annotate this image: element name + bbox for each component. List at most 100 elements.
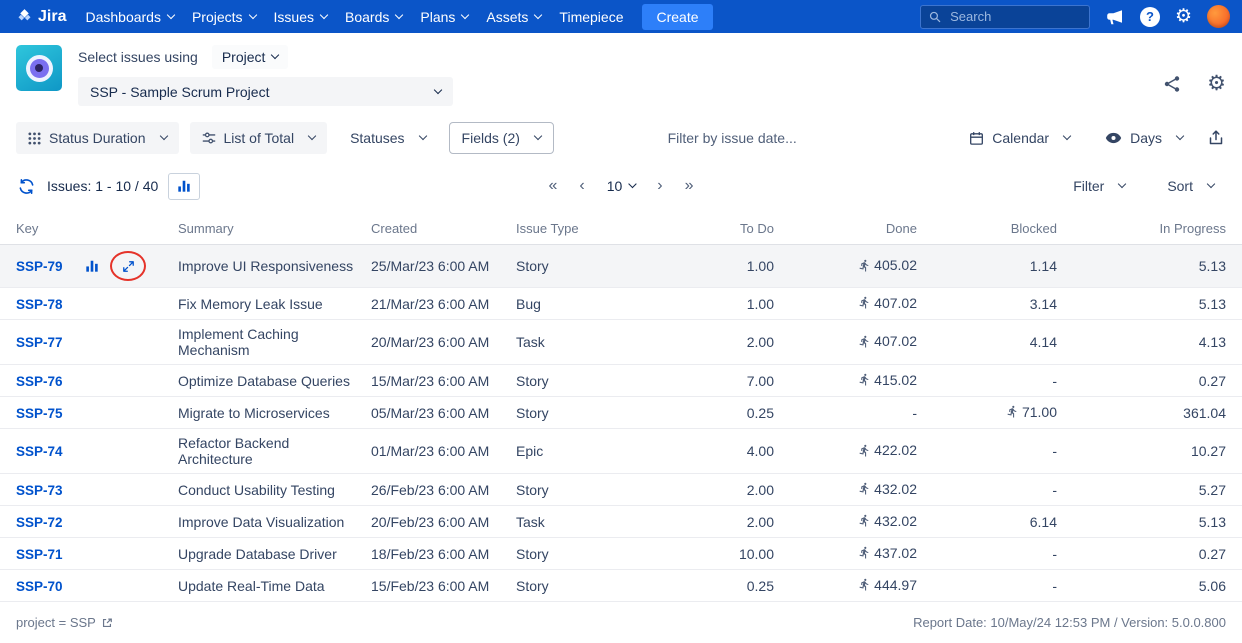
report-toolbar: Status Duration List of Total Statuses F…	[0, 116, 1242, 162]
menu-plans[interactable]: Plans	[411, 0, 477, 33]
fields-dropdown[interactable]: Fields (2)	[448, 122, 554, 154]
chevron-down-icon	[395, 10, 404, 19]
runner-icon	[859, 515, 869, 527]
search-input[interactable]	[948, 8, 1081, 25]
menu-dashboards[interactable]: Dashboards	[76, 0, 183, 33]
jira-logo[interactable]: Jira	[12, 8, 76, 26]
cell-value: 415.02	[874, 371, 917, 388]
cell-value: 0.27	[1198, 545, 1226, 562]
cell-value: 405.02	[874, 257, 917, 274]
cell-blocked: -	[925, 537, 1065, 570]
cell-issue-type: Epic	[508, 428, 620, 474]
calendar-dropdown[interactable]: Calendar	[957, 122, 1082, 154]
refresh-button[interactable]	[16, 176, 37, 197]
issue-key-link[interactable]: SSP-73	[16, 483, 63, 498]
table-row: SSP-74 Refactor Backend Architecture 01/Ma…	[0, 428, 1242, 474]
filter-label: Filter	[1073, 178, 1105, 194]
col-created[interactable]: Created	[363, 212, 508, 245]
cell-value: 437.02	[874, 544, 917, 561]
filter-dropdown[interactable]: Filter	[1061, 170, 1137, 202]
chevron-down-icon	[1062, 131, 1072, 141]
issue-source-dropdown[interactable]: Project	[211, 45, 289, 69]
chevron-down-icon	[533, 131, 543, 141]
cell-value: 4.13	[1198, 334, 1226, 350]
cell-issue-type: Story	[508, 396, 620, 429]
project-dropdown[interactable]: SSP - Sample Scrum Project	[78, 77, 453, 106]
prev-page-button[interactable]: ‹	[570, 175, 593, 197]
sort-dropdown[interactable]: Sort	[1155, 170, 1226, 202]
select-issues-label: Select issues using	[78, 49, 198, 65]
cell-blocked: -	[925, 428, 1065, 474]
col-done[interactable]: Done	[782, 212, 925, 245]
menu-boards[interactable]: Boards	[336, 0, 411, 33]
col-to-do[interactable]: To Do	[620, 212, 782, 245]
cell-row-actions	[74, 244, 170, 288]
help-icon[interactable]: ?	[1139, 6, 1160, 27]
col-key[interactable]: Key	[0, 212, 74, 245]
announcement-icon[interactable]	[1105, 7, 1125, 27]
issues-count: Issues: 1 - 10 / 40	[47, 178, 159, 194]
cell-value: 6.14	[1029, 513, 1057, 530]
row-chart-button[interactable]	[82, 257, 102, 275]
issue-key-link[interactable]: SSP-79	[16, 259, 63, 274]
issues-table: Key Summary Created Issue Type To Do Don…	[0, 212, 1242, 602]
cell-value: 5.27	[1198, 481, 1226, 498]
statuses-dropdown[interactable]: Statuses	[338, 122, 437, 154]
cell-value: 407.02	[874, 333, 917, 350]
col-in-progress[interactable]: In Progress	[1065, 212, 1242, 245]
external-link-icon[interactable]	[101, 617, 113, 629]
global-search[interactable]	[919, 4, 1090, 29]
issue-key-link[interactable]: SSP-76	[16, 374, 63, 389]
export-button[interactable]	[1206, 128, 1226, 148]
cell-value: 0.25	[746, 404, 774, 421]
issue-key-link[interactable]: SSP-72	[16, 515, 63, 530]
settings-gear-icon[interactable]: ⚙	[1175, 7, 1192, 26]
col-issue-type[interactable]: Issue Type	[508, 212, 620, 245]
menu-issues[interactable]: Issues	[265, 0, 336, 33]
cell-issue-type: Bug	[508, 287, 620, 320]
chevron-down-icon	[433, 85, 443, 94]
chevron-down-icon	[319, 10, 329, 19]
first-page-button[interactable]: «	[539, 175, 566, 197]
issue-key-link[interactable]: SSP-74	[16, 444, 63, 459]
cell-value: 422.02	[874, 442, 917, 459]
share-icon[interactable]	[1163, 75, 1181, 93]
menu-assets[interactable]: Assets	[477, 0, 550, 33]
col-blocked[interactable]: Blocked	[925, 212, 1065, 245]
issue-date-filter-input[interactable]	[665, 129, 846, 147]
cell-summary: Optimize Database Queries	[170, 364, 363, 397]
days-dropdown[interactable]: Days	[1093, 122, 1195, 154]
list-of-total-dropdown[interactable]: List of Total	[189, 122, 328, 154]
last-page-button[interactable]: »	[676, 175, 703, 197]
cell-key: SSP-71	[0, 537, 74, 570]
statuses-label: Statuses	[350, 130, 405, 146]
cell-summary: Migrate to Microservices	[170, 396, 363, 429]
col-summary[interactable]: Summary	[170, 212, 363, 245]
cell-value: -	[1052, 372, 1057, 389]
page-size-dropdown[interactable]: 10	[598, 176, 645, 196]
menu-timepiece[interactable]: Timepiece	[550, 0, 632, 33]
issue-key-link[interactable]: SSP-70	[16, 579, 63, 594]
table-row: SSP-76 Optimize Database Queries 15/Mar/23…	[0, 364, 1242, 397]
status-duration-dropdown[interactable]: Status Duration	[16, 122, 179, 154]
cell-created: 15/Feb/23 6:00 AM	[363, 569, 508, 602]
cell-row-actions	[74, 505, 170, 538]
issue-key-link[interactable]: SSP-77	[16, 335, 63, 350]
calendar-label: Calendar	[992, 130, 1050, 146]
chart-view-button[interactable]	[168, 172, 201, 200]
create-button[interactable]: Create	[642, 3, 713, 30]
cell-created: 15/Mar/23 6:00 AM	[363, 364, 508, 397]
issue-key-link[interactable]: SSP-78	[16, 297, 63, 312]
menu-projects[interactable]: Projects	[183, 0, 265, 33]
chevron-down-icon	[271, 50, 280, 60]
expand-icon	[122, 260, 134, 272]
row-expand-button[interactable]	[119, 258, 138, 275]
report-settings-gear-icon[interactable]: ⚙	[1207, 73, 1226, 94]
issue-key-link[interactable]: SSP-71	[16, 547, 63, 562]
next-page-button[interactable]: ›	[648, 175, 671, 197]
cell-to_do: 0.25	[620, 569, 782, 602]
days-label: Days	[1130, 130, 1163, 146]
search-icon	[929, 11, 941, 22]
issue-key-link[interactable]: SSP-75	[16, 406, 63, 421]
user-avatar[interactable]	[1207, 5, 1230, 28]
